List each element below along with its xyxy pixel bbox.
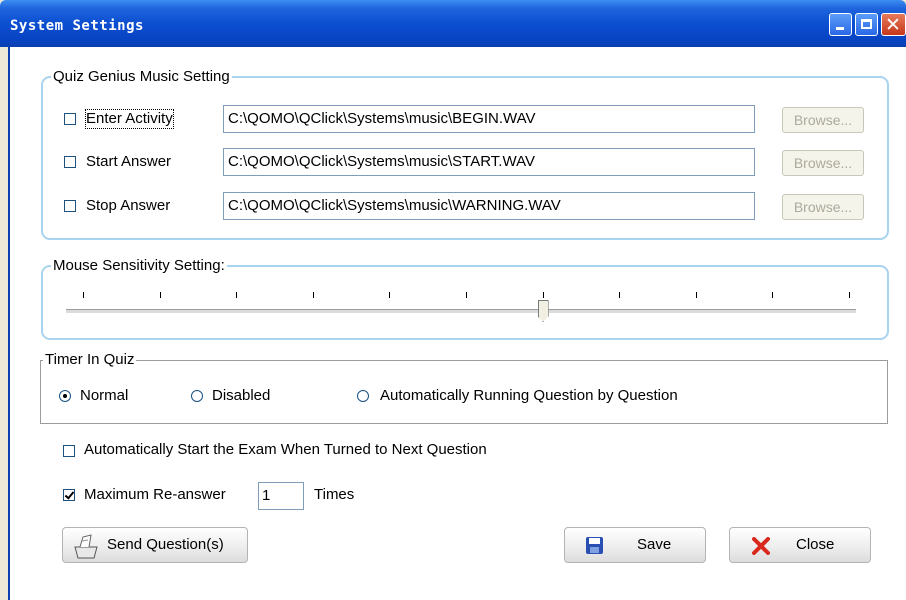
enter-activity-label[interactable]: Enter Activity — [85, 109, 174, 129]
slider-tick — [695, 292, 697, 298]
auto-start-checkbox[interactable] — [63, 445, 75, 457]
start-answer-label[interactable]: Start Answer — [86, 153, 171, 171]
slider-tick — [542, 292, 544, 298]
start-answer-browse-button[interactable]: Browse... — [782, 150, 864, 176]
enter-activity-path-field[interactable]: C:\QOMO\QClick\Systems\music\BEGIN.WAV — [223, 105, 755, 133]
max-reanswer-label[interactable]: Maximum Re-answer — [84, 486, 226, 504]
stop-answer-path-field[interactable]: C:\QOMO\QClick\Systems\music\WARNING.WAV — [223, 192, 755, 220]
title-bar[interactable]: System Settings ✕ — [0, 0, 906, 47]
max-reanswer-checkbox[interactable] — [63, 489, 75, 501]
slider-tick — [312, 292, 314, 298]
start-answer-path-field[interactable]: C:\QOMO\QClick\Systems\music\START.WAV — [223, 148, 755, 176]
mouse-group-legend: Mouse Sensitivity Setting: — [51, 257, 227, 275]
sensitivity-slider-track[interactable] — [66, 309, 856, 314]
close-window-button[interactable]: ✕ — [881, 13, 906, 36]
send-question-icon — [74, 534, 98, 559]
auto-start-label[interactable]: Automatically Start the Exam When Turned… — [84, 441, 487, 459]
send-questions-button[interactable]: Send Question(s) — [62, 527, 248, 563]
start-answer-checkbox[interactable] — [64, 156, 76, 168]
maximize-icon — [861, 19, 872, 29]
maximize-button[interactable] — [855, 13, 878, 36]
stop-answer-browse-button[interactable]: Browse... — [782, 194, 864, 220]
timer-group-legend: Timer In Quiz — [43, 351, 137, 369]
slider-tick — [849, 292, 850, 298]
stop-answer-checkbox[interactable] — [64, 200, 76, 212]
close-icon: ✕ — [885, 14, 901, 36]
slider-tick — [466, 292, 467, 298]
slider-tick — [236, 292, 238, 298]
timer-auto-label[interactable]: Automatically Running Question by Questi… — [380, 387, 678, 405]
close-label: Close — [796, 536, 835, 553]
window-title: System Settings — [10, 18, 144, 34]
timer-normal-radio[interactable] — [59, 390, 71, 402]
mouse-sensitivity-group: Mouse Sensitivity Setting: — [41, 257, 889, 340]
enter-activity-browse-button[interactable]: Browse... — [782, 107, 864, 133]
save-button[interactable]: Save — [564, 527, 706, 563]
enter-activity-checkbox[interactable] — [64, 113, 76, 125]
slider-tick — [389, 292, 391, 298]
slider-tick — [83, 292, 84, 298]
save-label: Save — [637, 536, 672, 553]
timer-normal-label[interactable]: Normal — [80, 387, 128, 405]
save-icon — [586, 537, 603, 554]
slider-tick — [619, 292, 621, 298]
slider-tick — [159, 292, 161, 298]
slider-tick — [772, 292, 774, 298]
music-group-legend: Quiz Genius Music Setting — [51, 68, 232, 86]
stop-answer-label[interactable]: Stop Answer — [86, 197, 170, 215]
max-reanswer-input[interactable]: 1 — [258, 482, 304, 510]
minimize-icon — [836, 27, 844, 30]
close-x-icon — [752, 537, 770, 555]
timer-disabled-label[interactable]: Disabled — [212, 387, 270, 405]
minimize-button[interactable] — [829, 13, 852, 36]
close-button[interactable]: Close — [729, 527, 871, 563]
timer-auto-radio[interactable] — [357, 390, 369, 402]
max-reanswer-suffix: Times — [314, 486, 355, 503]
timer-disabled-radio[interactable] — [191, 390, 203, 402]
send-questions-label: Send Question(s) — [107, 536, 224, 553]
